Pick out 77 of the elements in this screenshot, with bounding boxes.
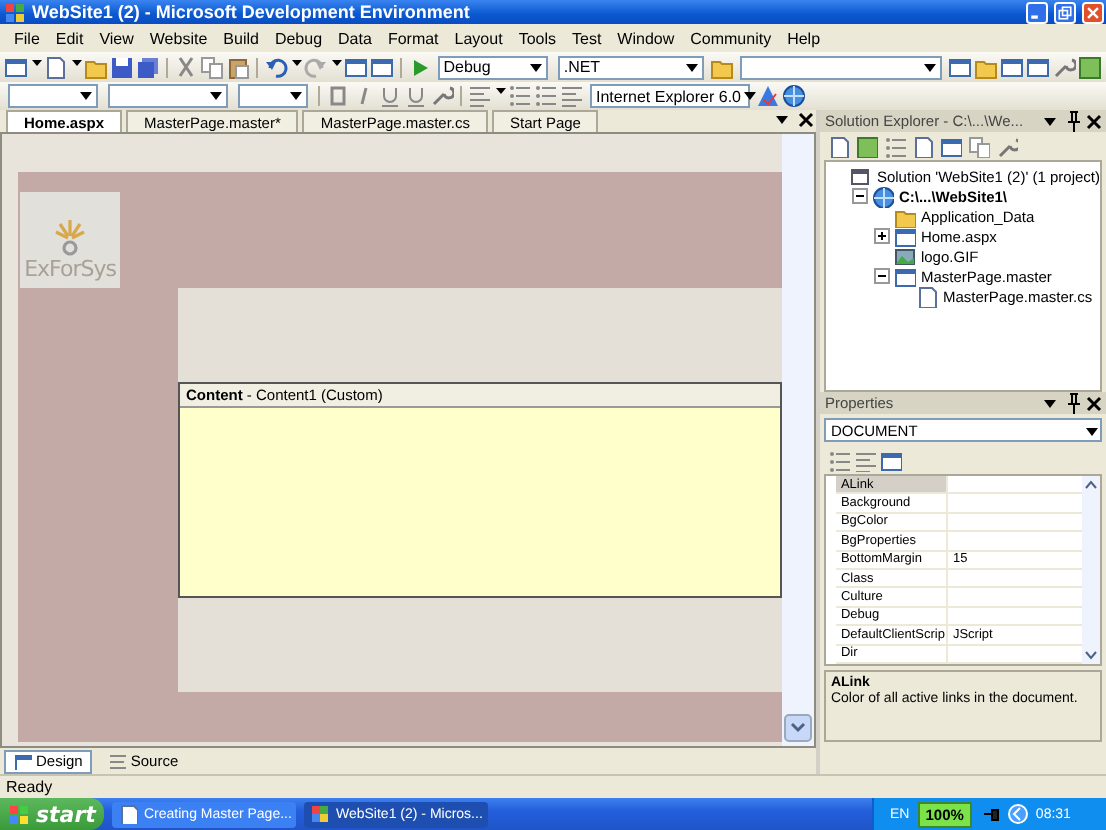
menu-item[interactable]: Help [779, 29, 829, 47]
target-browser-combo[interactable]: Internet Explorer 6.0 [590, 84, 750, 108]
folder-icon [894, 205, 917, 227]
document-icon [118, 804, 138, 824]
menu-item[interactable]: Window [609, 29, 683, 47]
globe-icon [872, 185, 895, 207]
solution-icon [850, 165, 873, 187]
expander-icon[interactable] [874, 228, 891, 244]
pin-icon[interactable] [1062, 110, 1080, 133]
menu-item[interactable]: Format [379, 29, 447, 47]
scroll-down-icon[interactable] [1082, 646, 1100, 664]
style-combo[interactable] [8, 84, 98, 108]
save-icon[interactable] [110, 55, 134, 79]
globe-icon[interactable] [782, 84, 806, 108]
save-all-icon[interactable] [136, 55, 160, 79]
vertical-scrollbar[interactable] [782, 134, 815, 747]
scroll-up-icon[interactable] [1082, 476, 1100, 494]
window-icon[interactable] [369, 55, 394, 79]
power-plug-icon[interactable] [979, 804, 1000, 824]
expander-icon[interactable] [874, 268, 891, 284]
windows-logo-icon [8, 803, 30, 825]
status-text: Ready [6, 778, 53, 796]
pin-icon[interactable] [1062, 391, 1080, 415]
alphabetical-icon[interactable] [854, 449, 877, 471]
close-icon[interactable] [796, 110, 817, 131]
window-icon[interactable] [1025, 55, 1050, 79]
page-icon [894, 265, 917, 287]
menu-item[interactable]: Build [215, 29, 267, 47]
window-title: WebSite1 (2) - Microsoft Development Environment [32, 2, 472, 22]
box-icon[interactable] [1077, 55, 1102, 79]
source-icon [108, 752, 127, 771]
categorized-icon[interactable] [828, 449, 851, 471]
menu-item[interactable]: Data [330, 29, 380, 47]
menu-item[interactable]: View [91, 29, 142, 47]
menu-item[interactable]: Community [682, 29, 780, 47]
menu-item[interactable]: Test [564, 29, 610, 47]
window-icon[interactable] [343, 55, 368, 79]
minimize-button[interactable] [1026, 1, 1048, 23]
network-icon[interactable] [1007, 804, 1028, 824]
app-icon [4, 1, 26, 23]
view-designer-icon[interactable] [940, 135, 963, 157]
image-icon [894, 245, 917, 267]
menu-item[interactable]: Website [141, 29, 216, 47]
properties-scrollbar[interactable] [1082, 476, 1100, 664]
cut-icon[interactable] [173, 55, 198, 79]
window-icon[interactable] [947, 55, 972, 79]
design-icon [14, 752, 32, 771]
platform-combo[interactable]: .NET [557, 55, 705, 79]
copy-website-icon[interactable] [968, 135, 991, 157]
menu-item[interactable]: Layout [446, 29, 511, 47]
expander-icon[interactable] [852, 188, 869, 204]
menu-item[interactable]: Tools [510, 29, 564, 47]
size-combo[interactable] [238, 84, 308, 108]
menu-item[interactable]: Edit [47, 29, 92, 47]
new-project-icon[interactable] [4, 55, 28, 79]
property-pages-icon[interactable] [880, 449, 903, 471]
menu-item[interactable]: Debug [266, 29, 331, 47]
close-icon[interactable] [1084, 112, 1102, 130]
indent-icon[interactable] [560, 84, 584, 108]
close-icon[interactable] [1084, 394, 1102, 412]
window-icon[interactable] [999, 55, 1024, 79]
restore-button[interactable] [1054, 1, 1076, 23]
paste-icon[interactable] [225, 55, 250, 79]
configuration-combo[interactable]: Debug [437, 55, 548, 79]
undo-icon[interactable] [263, 55, 288, 79]
page-icon [894, 225, 917, 247]
menu-item[interactable]: File [6, 29, 48, 47]
dropdown-arrow-icon[interactable] [1040, 112, 1058, 130]
scroll-down-icon[interactable] [784, 714, 813, 743]
underline-icon[interactable] [378, 84, 402, 108]
logo-text: ExForSys [24, 256, 116, 283]
logo-icon [50, 218, 90, 257]
dropdown-arrow-icon[interactable] [1040, 394, 1058, 412]
close-button[interactable] [1082, 1, 1104, 23]
validation-icon[interactable] [756, 84, 780, 108]
code-file-icon [916, 285, 939, 307]
app-icon [310, 804, 330, 824]
